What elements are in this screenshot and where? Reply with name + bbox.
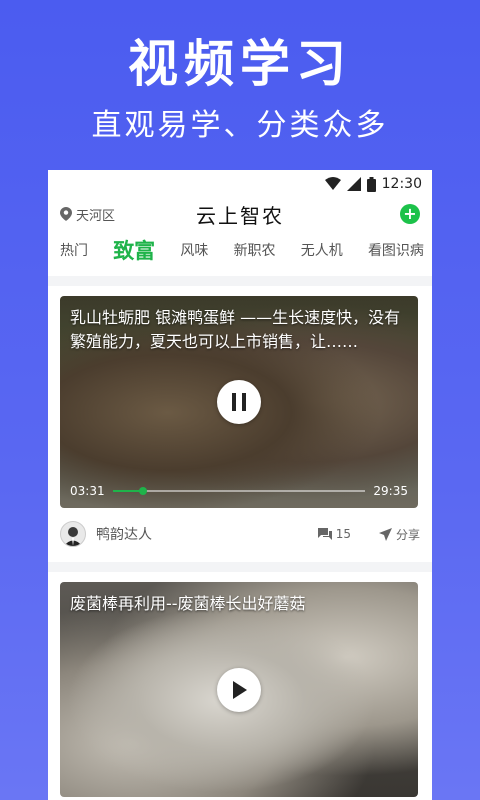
video-card: 废菌棒再利用--废菌棒长出好蘑菇 (48, 572, 432, 800)
video-progress: 03:31 29:35 (70, 484, 408, 498)
share-button[interactable]: 分享 (378, 526, 420, 543)
comment-icon (317, 528, 332, 540)
comment-count: 15 (335, 527, 351, 541)
tab-drone[interactable]: 无人机 (301, 240, 343, 260)
app-header: 天河区 云上智农 + (48, 198, 432, 230)
current-time: 03:31 (70, 484, 105, 498)
comments-button[interactable]: 15 (317, 527, 351, 541)
play-icon (233, 680, 247, 699)
tab-new-farmer[interactable]: 新职农 (234, 240, 276, 260)
tab-flavor[interactable]: 风味 (180, 240, 208, 260)
status-time: 12:30 (381, 176, 422, 192)
status-bar: 12:30 (48, 170, 432, 198)
location-pin-icon (60, 207, 72, 221)
video-meta: 鸭韵达人 15 分享 (60, 514, 420, 554)
promo-title: 视频学习 (128, 35, 352, 93)
avatar[interactable] (60, 521, 86, 547)
promo-subtitle: 直观易学、分类众多 (91, 108, 389, 143)
progress-track[interactable] (112, 487, 366, 495)
tab-disease-id[interactable]: 看图识病 (368, 240, 424, 260)
tab-hot[interactable]: 热门 (60, 240, 88, 260)
video-player[interactable]: 废菌棒再利用--废菌棒长出好蘑菇 (60, 582, 418, 797)
author-name[interactable]: 鸭韵达人 (96, 524, 152, 544)
user-avatar-icon (64, 527, 82, 546)
video-title: 乳山牡蛎肥 银滩鸭蛋鲜 ——生长速度快，没有繁殖能力，夏天也可以上市销售，让…… (70, 308, 401, 351)
add-button[interactable]: + (400, 204, 420, 224)
video-player[interactable]: 乳山牡蛎肥 银滩鸭蛋鲜 ——生长速度快，没有繁殖能力，夏天也可以上市销售，让……… (60, 296, 418, 508)
plus-icon: + (403, 204, 417, 223)
wifi-icon (324, 177, 341, 190)
location-label: 天河区 (76, 208, 116, 224)
battery-icon (366, 176, 376, 192)
progress-thumb[interactable] (138, 487, 147, 495)
video-title: 废菌棒再利用--废菌棒长出好蘑菇 (70, 594, 306, 613)
video-card: 乳山牡蛎肥 银滩鸭蛋鲜 ——生长速度快，没有繁殖能力，夏天也可以上市销售，让……… (48, 286, 432, 562)
share-label: 分享 (395, 527, 420, 542)
category-tabs: 热门 致富 风味 新职农 无人机 看图识病 (48, 230, 432, 276)
phone-screen: 12:30 天河区 云上智农 + 热门 致富 风味 新职农 无人机 看图识病 乳… (48, 170, 432, 800)
duration: 29:35 (373, 484, 408, 498)
tab-wealth[interactable]: 致富 (113, 235, 155, 265)
share-send-icon (378, 527, 392, 541)
pause-icon (232, 393, 246, 411)
location-selector[interactable]: 天河区 (60, 205, 115, 224)
play-button[interactable] (217, 667, 261, 712)
pause-button[interactable] (217, 380, 261, 424)
signal-icon (346, 177, 361, 191)
